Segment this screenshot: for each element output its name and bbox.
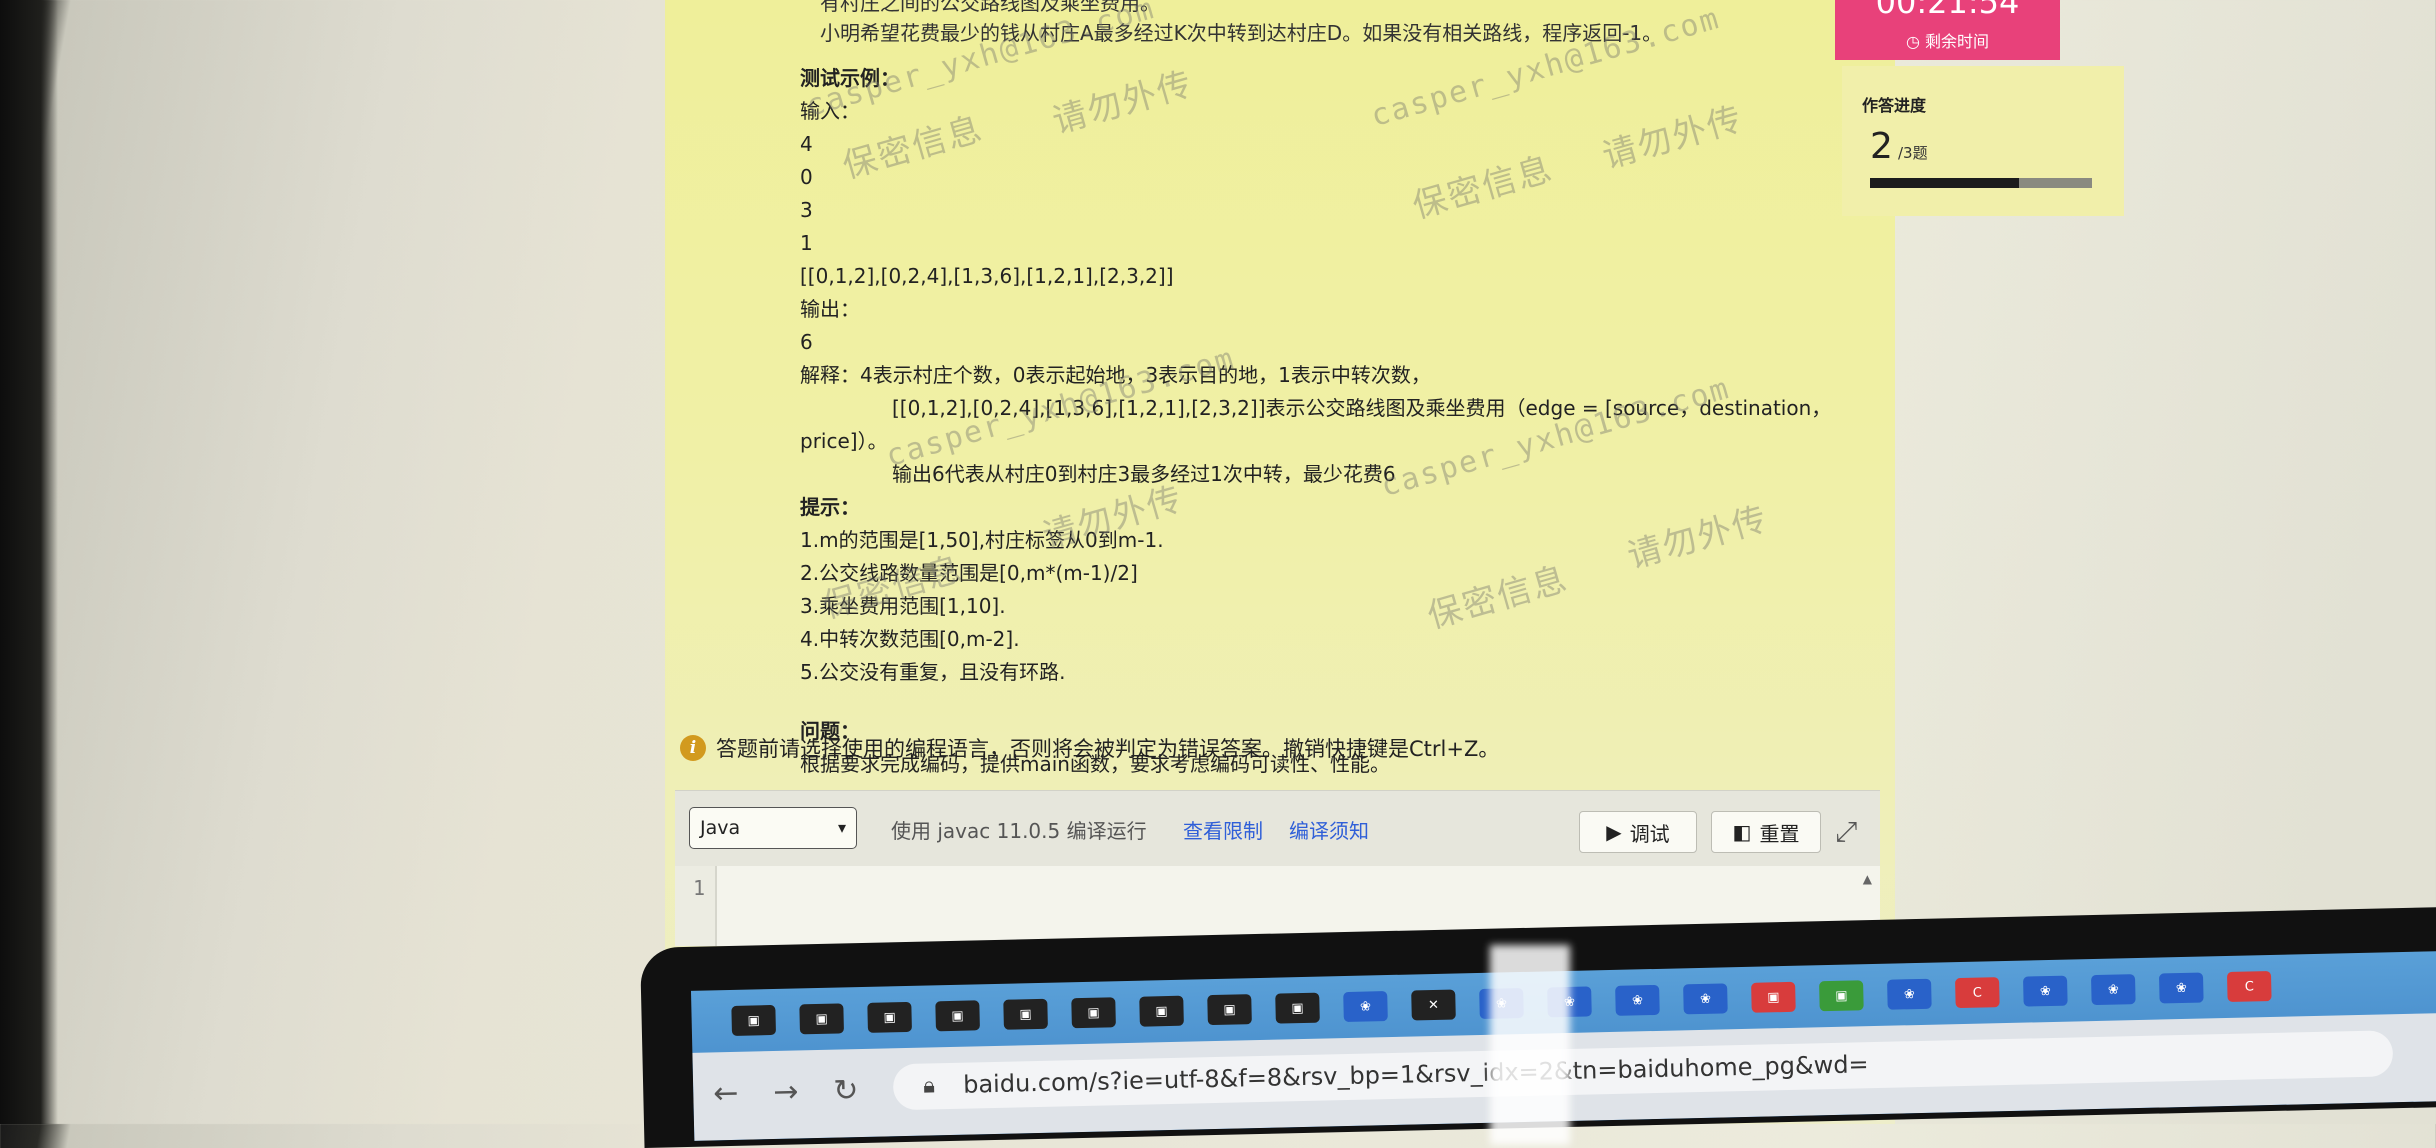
- progress-title: 作答进度: [1862, 96, 1927, 115]
- output-label: 输出：: [800, 297, 860, 321]
- output-value: 6: [800, 330, 813, 354]
- language-notice: i 答题前请选择使用的编程语言，否则将会被判定为错误答案。撤销快捷键是Ctrl+…: [680, 733, 1499, 763]
- paw-icon[interactable]: ❀: [1683, 983, 1728, 1015]
- tab-icon[interactable]: ▣: [935, 1000, 980, 1032]
- progress-total: /3题: [1898, 144, 1928, 162]
- debug-button[interactable]: ▶ 调试: [1579, 811, 1697, 853]
- language-select[interactable]: Java ▾: [689, 807, 857, 849]
- paw-icon[interactable]: ❀: [1615, 984, 1660, 1016]
- tab-icon[interactable]: ▣: [1819, 980, 1864, 1012]
- debug-label: 调试: [1629, 821, 1670, 846]
- reload-icon[interactable]: ↻: [833, 1073, 859, 1109]
- hint-item: 3.乘坐费用范围[1,10].: [800, 594, 1006, 618]
- play-icon: ▶: [1606, 820, 1622, 844]
- explain-line: 输出6代表从村庄0到村庄3最多经过1次中转，最少花费6: [892, 462, 1396, 486]
- reset-icon: ◧: [1732, 820, 1752, 844]
- tab-icon[interactable]: ▣: [799, 1003, 844, 1035]
- tab-icon[interactable]: ▣: [1275, 992, 1320, 1024]
- notice-text: 答题前请选择使用的编程语言，否则将会被判定为错误答案。撤销快捷键是Ctrl+Z。: [716, 737, 1500, 761]
- reset-button[interactable]: ◧ 重置: [1711, 811, 1821, 853]
- editor-gutter: 1: [675, 866, 717, 946]
- monitor-bezel: [0, 0, 58, 1124]
- input-line: 0: [800, 165, 813, 189]
- input-line: 3: [800, 198, 813, 222]
- problem-line: 有村庄之间的公交路线图及乘坐费用。: [820, 0, 1160, 15]
- remaining-time: 00:21:54: [1875, 0, 2020, 21]
- tab-icon[interactable]: ▣: [1071, 997, 1116, 1029]
- paw-icon[interactable]: ❀: [1887, 978, 1932, 1010]
- progress-fill: [1870, 178, 2019, 188]
- paw-icon[interactable]: ❀: [2023, 975, 2068, 1007]
- clock-icon: ◷: [1905, 32, 1920, 51]
- input-line: 1: [800, 231, 813, 255]
- tab-icon-c[interactable]: C: [1955, 977, 2000, 1009]
- tab-icon[interactable]: ▣: [1751, 981, 1796, 1013]
- hint-item: 4.中转次数范围[0,m-2].: [800, 627, 1020, 651]
- forward-icon[interactable]: →: [773, 1074, 799, 1110]
- close-icon[interactable]: ✕: [1411, 989, 1456, 1021]
- timer-panel: 00:21:54 ◷ 剩余时间: [1835, 0, 2060, 60]
- compiler-info: 使用 javac 11.0.5 编译运行: [891, 819, 1147, 843]
- timer-label: ◷ 剩余时间: [1905, 32, 1990, 51]
- tab-icon[interactable]: ▣: [867, 1001, 912, 1033]
- tab-icon[interactable]: ▣: [731, 1004, 777, 1036]
- line-number: 1: [693, 876, 706, 900]
- compile-notes-link[interactable]: 编译须知: [1289, 815, 1369, 844]
- tab-icon-c[interactable]: C: [2226, 971, 2272, 1002]
- progress-panel: 作答进度 2 /3题: [1842, 66, 2124, 216]
- reset-label: 重置: [1759, 821, 1800, 846]
- info-icon: i: [680, 735, 706, 761]
- progress-done: 2: [1870, 126, 1893, 167]
- language-value: Java: [700, 817, 741, 839]
- paw-icon[interactable]: ❀: [2158, 972, 2204, 1004]
- view-limits-link[interactable]: 查看限制: [1183, 815, 1263, 844]
- code-toolbar: Java ▾ 使用 javac 11.0.5 编译运行 查看限制 编译须知 ▶ …: [675, 790, 1880, 867]
- chevron-down-icon: ▾: [837, 818, 846, 837]
- input-line: [[0,1,2],[0,2,4],[1,3,6],[1,2,1],[2,3,2]…: [800, 264, 1174, 288]
- tab-icon[interactable]: ▣: [1207, 994, 1252, 1026]
- progress-bar: [1870, 178, 2092, 188]
- url-text: baidu.com/s?ie=utf-8&f=8&rsv_bp=1&rsv_id…: [962, 1050, 1869, 1099]
- hint-item: 5.公交没有重复，且没有环路.: [800, 660, 1066, 684]
- screen-glare: [1490, 945, 1570, 1145]
- tab-icon[interactable]: ▣: [1139, 995, 1184, 1027]
- scroll-up-icon[interactable]: ▲: [1863, 872, 1872, 886]
- paw-icon[interactable]: ❀: [2090, 974, 2136, 1006]
- url-input[interactable]: 🔒︎ baidu.com/s?ie=utf-8&f=8&rsv_bp=1&rsv…: [892, 1030, 2394, 1111]
- tab-icon[interactable]: ▣: [1003, 998, 1048, 1030]
- fullscreen-icon[interactable]: ⤢: [1835, 815, 1857, 849]
- paw-icon[interactable]: ❀: [1343, 991, 1388, 1023]
- back-icon[interactable]: ←: [713, 1076, 739, 1112]
- lock-icon: 🔒︎: [922, 1073, 936, 1099]
